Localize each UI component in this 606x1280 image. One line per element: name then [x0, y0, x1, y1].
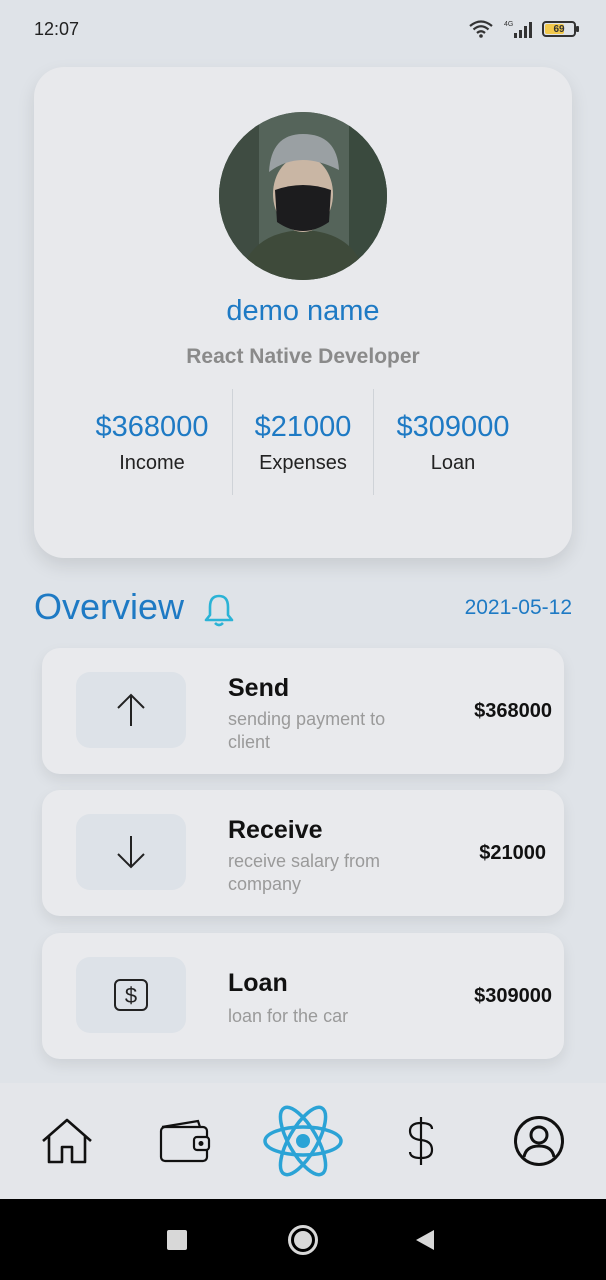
back-triangle-icon — [416, 1229, 434, 1250]
tx-icon-box — [76, 672, 186, 748]
tx-title: Receive — [228, 816, 323, 844]
profile-card: demo name React Native Developer $368000… — [34, 67, 572, 558]
status-time: 12:07 — [34, 18, 80, 39]
tx-description: sending payment to client — [228, 709, 386, 752]
back-button[interactable] — [400, 1199, 450, 1280]
stat-value: $21000 — [254, 411, 352, 443]
network-type: 4G — [504, 21, 513, 28]
nav-home[interactable] — [22, 1083, 112, 1199]
dollar-icon — [408, 1117, 434, 1165]
battery-icon: 69 — [542, 21, 579, 37]
status-bar: 12:07 4G 69 — [0, 0, 606, 58]
profile-role: React Native Developer — [186, 345, 420, 368]
nav-dollar[interactable] — [376, 1083, 466, 1199]
profile-stats: $368000 Income $21000 Expenses $309000 L… — [34, 389, 572, 497]
transaction-card-loan[interactable]: $ Loan loan for the car $309000 — [42, 933, 564, 1059]
stat-loan: $309000 Loan — [374, 389, 532, 497]
bottom-nav — [0, 1083, 606, 1199]
home-button[interactable] — [278, 1199, 328, 1280]
tx-amount: $309000 — [474, 985, 552, 1007]
stat-income: $368000 Income — [74, 389, 230, 497]
overview-header: Overview 2021-05-12 — [34, 586, 572, 632]
svg-text:$: $ — [125, 983, 137, 1008]
status-icons: 4G 69 — [468, 19, 579, 39]
transaction-card-send[interactable]: Send sending payment to client $368000 — [42, 648, 564, 774]
stat-expenses: $21000 Expenses — [233, 389, 373, 497]
recents-button[interactable] — [152, 1199, 202, 1280]
tx-icon-box: $ — [76, 957, 186, 1033]
stat-label: Expenses — [259, 452, 347, 474]
transaction-card-receive[interactable]: Receive receive salary from company $210… — [42, 790, 564, 916]
tx-title: Loan — [228, 969, 288, 997]
nav-react[interactable] — [255, 1083, 351, 1199]
square-icon — [167, 1229, 187, 1250]
bell-icon[interactable] — [202, 592, 236, 628]
stat-label: Loan — [430, 452, 476, 474]
circle-icon — [288, 1224, 318, 1255]
profile-name: demo name — [226, 295, 380, 327]
battery-level: 69 — [553, 23, 565, 35]
wifi-icon — [469, 20, 493, 38]
dollar-box-icon: $ — [114, 979, 148, 1011]
tx-amount: $21000 — [479, 842, 546, 864]
arrow-up-icon — [117, 693, 145, 726]
signal-icon: 4G — [504, 21, 532, 38]
home-icon — [42, 1118, 92, 1164]
overview-title: Overview — [34, 586, 185, 627]
profile-icon — [514, 1116, 564, 1166]
nav-wallet[interactable] — [140, 1083, 230, 1199]
tx-description: receive salary from company — [228, 851, 381, 894]
wallet-icon — [159, 1119, 211, 1163]
avatar-photo — [219, 112, 387, 280]
overview-date: 2021-05-12 — [464, 596, 572, 619]
react-atom-icon — [263, 1105, 343, 1177]
stat-value: $309000 — [396, 411, 510, 443]
stat-value: $368000 — [95, 411, 209, 443]
system-nav-bar — [0, 1199, 606, 1280]
tx-amount: $368000 — [474, 700, 552, 722]
arrow-down-icon — [117, 836, 145, 869]
avatar[interactable] — [219, 112, 387, 280]
nav-profile[interactable] — [494, 1083, 584, 1199]
stat-label: Income — [119, 452, 185, 474]
tx-title: Send — [228, 674, 290, 702]
tx-icon-box — [76, 814, 186, 890]
tx-description: loan for the car — [228, 1006, 349, 1026]
